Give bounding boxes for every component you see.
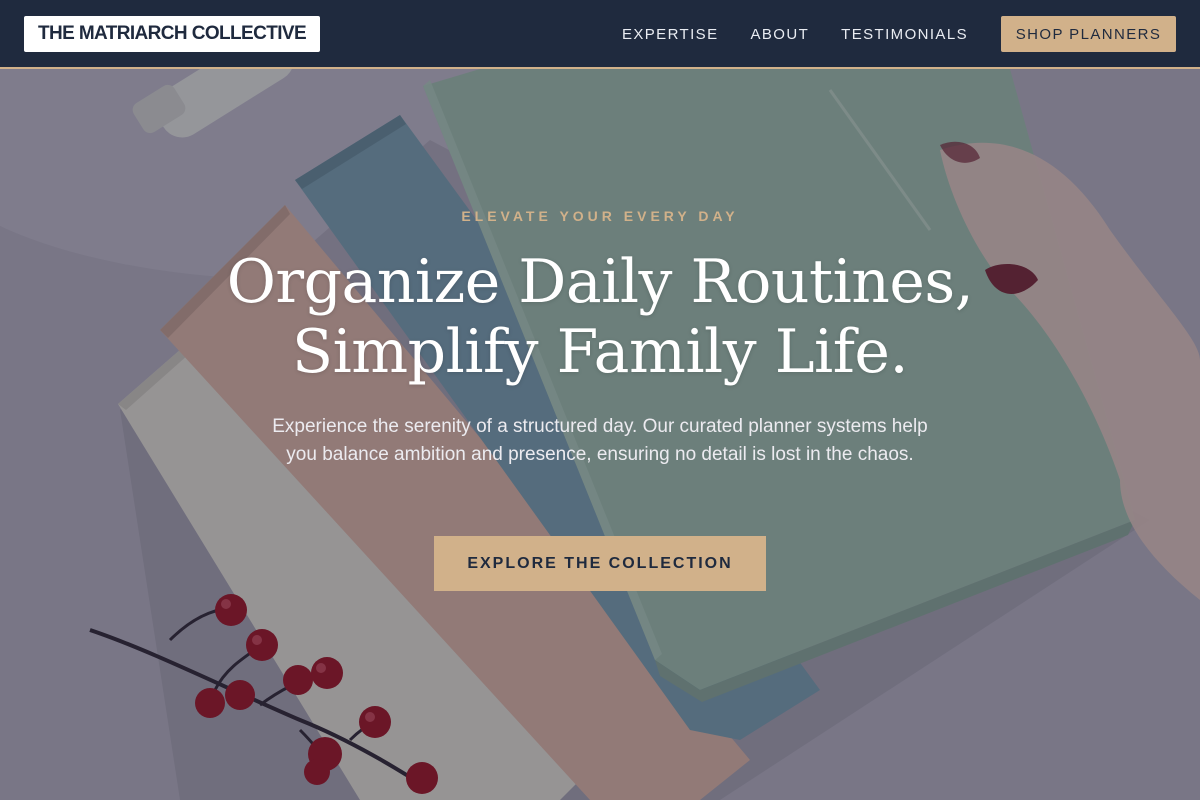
nav-link-expertise[interactable]: EXPERTISE [622,26,719,43]
top-navbar: THE MATRIARCH COLLECTIVE EXPERTISE ABOUT… [0,0,1200,69]
brand-logo[interactable]: THE MATRIARCH COLLECTIVE [24,16,320,52]
nav-links: EXPERTISE ABOUT TESTIMONIALS SHOP PLANNE… [622,16,1176,52]
hero-headline-line-2: Simplify Family Life. [291,317,909,387]
hero-subtext: Experience the serenity of a structured … [272,416,928,465]
hero-headline: Organize Daily Routines, Simplify Family… [0,247,1200,387]
hero-content: ELEVATE YOUR EVERY DAY Organize Daily Ro… [0,69,1200,800]
landing-page: THE MATRIARCH COLLECTIVE EXPERTISE ABOUT… [0,0,1200,800]
explore-collection-button[interactable]: EXPLORE THE COLLECTION [434,536,766,591]
nav-link-testimonials[interactable]: TESTIMONIALS [841,26,968,43]
hero-eyebrow: ELEVATE YOUR EVERY DAY [461,208,739,224]
nav-link-about[interactable]: ABOUT [750,26,809,43]
hero-headline-line-1: Organize Daily Routines, [226,247,974,317]
shop-planners-button[interactable]: SHOP PLANNERS [1001,16,1176,52]
